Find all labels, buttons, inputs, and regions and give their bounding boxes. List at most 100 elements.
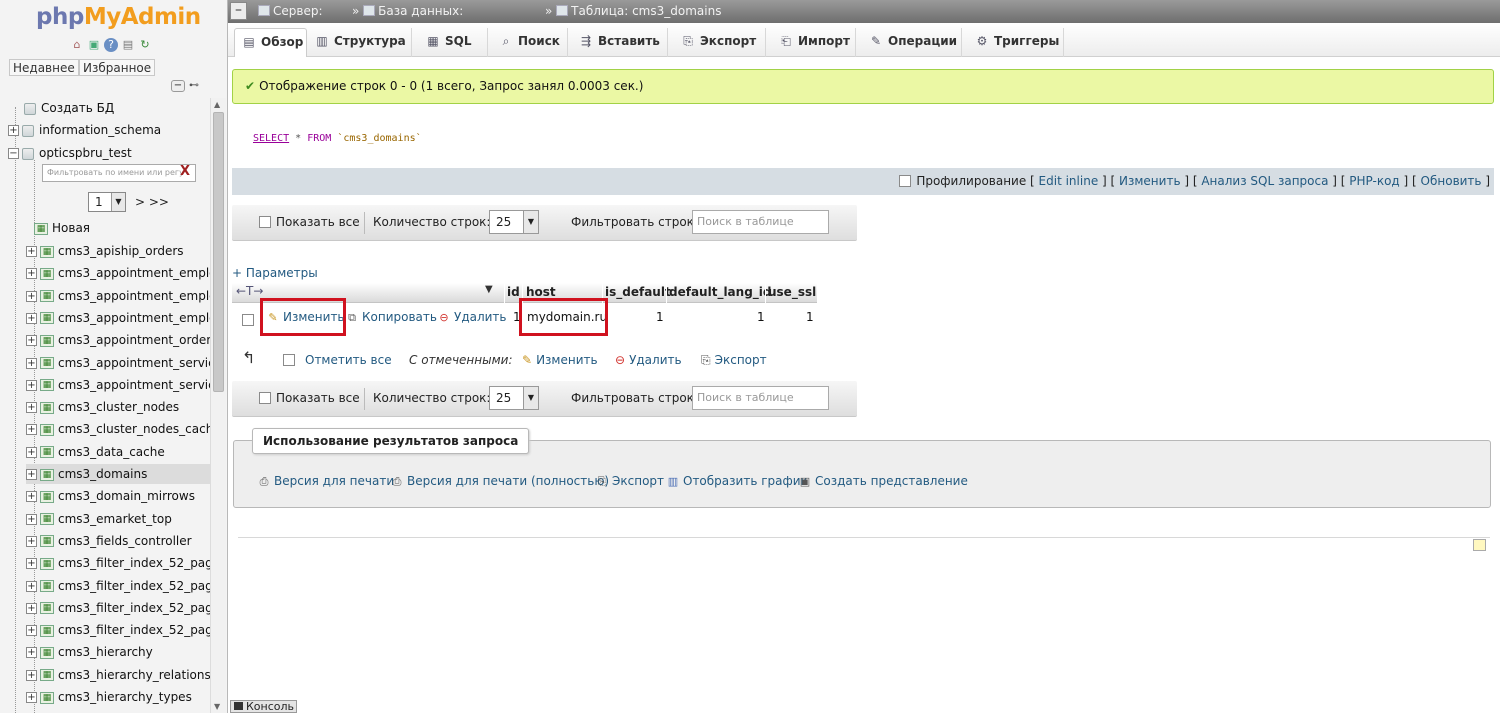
expand-icon[interactable]: +: [26, 491, 37, 503]
docs-icon[interactable]: ▤: [121, 38, 135, 52]
table-item[interactable]: + ▦ cms3_appointment_employ: [26, 286, 210, 306]
create-view-link[interactable]: ▣ Создать представление: [797, 474, 968, 488]
table-item[interactable]: + ▦ cms3_data_cache: [26, 442, 210, 462]
sql-query[interactable]: SELECT * FROM `cms3_domains`: [253, 133, 422, 144]
table-filter-input[interactable]: Фильтровать по имени или регу: [42, 164, 196, 182]
tab-import[interactable]: ⎗ Импорт: [772, 28, 856, 57]
expand-icon[interactable]: +: [26, 335, 37, 347]
breadcrumb-server[interactable]: Сервер:: [258, 4, 323, 18]
copy-row-button[interactable]: ⧉ Копировать: [345, 310, 437, 325]
show-all-checkbox[interactable]: [259, 392, 271, 404]
table-item[interactable]: + ▦ cms3_appointment_service: [26, 353, 210, 373]
table-item[interactable]: + ▦ cms3_filter_index_52_page: [26, 553, 210, 573]
print-view-link[interactable]: ⎙ Версия для печати: [256, 474, 395, 489]
table-item[interactable]: + ▦ cms3_domain_mirrows: [26, 486, 210, 506]
show-all-checkbox[interactable]: [259, 216, 271, 228]
export-results-link[interactable]: ⎘ Экспорт: [594, 474, 664, 489]
check-all-checkbox[interactable]: [283, 354, 295, 366]
delete-row-button[interactable]: ⊖ Удалить: [437, 310, 506, 324]
database-item-opticspbru-test[interactable]: − opticspbru_test: [8, 143, 210, 163]
column-arrows-icon[interactable]: ←T→: [236, 284, 263, 298]
recent-tables-button[interactable]: Недавнее: [9, 59, 79, 76]
table-item[interactable]: + ▦ cms3_cluster_nodes: [26, 397, 210, 417]
rows-count-select[interactable]: 25 ▼: [489, 386, 539, 410]
nav-scrollbar[interactable]: ▲ ▼: [210, 98, 226, 713]
scrollbar-thumb[interactable]: [213, 112, 224, 392]
show-all-toggle[interactable]: Показать все: [259, 391, 360, 405]
cell-use-ssl[interactable]: 1: [806, 310, 814, 324]
expand-icon[interactable]: +: [26, 469, 37, 480]
table-item[interactable]: + ▦ cms3_fields_controller: [26, 531, 210, 551]
collapse-icon[interactable]: −: [8, 148, 19, 159]
new-table-link[interactable]: ▦ Новая: [34, 218, 227, 238]
tab-search[interactable]: ⌕ Поиск: [492, 28, 568, 57]
reload-icon[interactable]: ↻: [138, 38, 152, 52]
expand-icon[interactable]: +: [26, 535, 37, 547]
table-item[interactable]: + ▦ cms3_filter_index_52_page: [26, 598, 210, 618]
bulk-edit-button[interactable]: ✎ Изменить: [522, 353, 598, 367]
refresh-link[interactable]: Обновить: [1421, 174, 1482, 188]
print-view-full-link[interactable]: ⎙ Версия для печати (полностью): [389, 474, 610, 489]
expand-icon[interactable]: +: [26, 580, 37, 592]
tab-structure[interactable]: ▥ Структура: [308, 28, 412, 57]
create-database-link[interactable]: Создать БД: [24, 98, 226, 118]
clear-filter-icon[interactable]: X: [180, 164, 190, 180]
tab-export[interactable]: ⎘ Экспорт: [674, 28, 766, 57]
expand-icon[interactable]: +: [26, 513, 37, 525]
table-item[interactable]: + ▦ cms3_appointment_service: [26, 375, 210, 395]
scroll-down-icon[interactable]: ▼: [214, 702, 220, 711]
expand-icon[interactable]: +: [26, 669, 37, 681]
row-checkbox[interactable]: [242, 314, 254, 326]
filter-rows-input[interactable]: Поиск в таблице: [692, 210, 829, 234]
column-header-id[interactable]: id: [507, 285, 520, 299]
check-all-toggle[interactable]: [283, 353, 300, 367]
help-icon[interactable]: ?: [104, 38, 118, 52]
display-chart-link[interactable]: ▥ Отобразить график: [665, 474, 808, 488]
scroll-up-icon[interactable]: ▲: [214, 100, 220, 109]
column-header-host[interactable]: host: [526, 285, 556, 299]
sort-dropdown-icon[interactable]: ▼: [485, 284, 493, 295]
tab-insert[interactable]: ⇶ Вставить: [572, 28, 668, 57]
expand-icon[interactable]: +: [26, 379, 37, 391]
expand-icon[interactable]: +: [26, 290, 37, 302]
edit-inline-link[interactable]: Edit inline: [1039, 174, 1099, 188]
tab-browse[interactable]: ▤ Обзор: [234, 28, 307, 57]
page-select[interactable]: 1 ▼: [88, 192, 126, 212]
filter-rows-input[interactable]: Поиск в таблице: [692, 386, 829, 410]
table-item[interactable]: + ▦ cms3_appointment_employ: [26, 308, 210, 328]
table-item[interactable]: + ▦ cms3_filter_index_52_page: [26, 576, 210, 596]
bulk-delete-button[interactable]: ⊖ Удалить: [615, 353, 682, 367]
expand-icon[interactable]: +: [26, 246, 37, 257]
expand-icon[interactable]: +: [26, 602, 37, 614]
expand-icon[interactable]: +: [26, 692, 37, 703]
expand-icon[interactable]: +: [26, 268, 37, 280]
next-page-link[interactable]: > >>: [135, 195, 169, 209]
tab-sql[interactable]: ▦ SQL: [419, 28, 488, 57]
breadcrumb-database[interactable]: » База данных:: [352, 4, 463, 18]
database-item-information-schema[interactable]: + information_schema: [8, 120, 210, 140]
bookmark-icon[interactable]: [1473, 539, 1486, 551]
tab-triggers[interactable]: ⚙ Триггеры: [968, 28, 1064, 57]
options-toggle[interactable]: + Параметры: [232, 266, 318, 280]
console-toggle[interactable]: Консоль: [230, 700, 297, 713]
table-item[interactable]: + ▦ cms3_hierarchy_relations: [26, 665, 210, 685]
check-all-link[interactable]: Отметить все: [305, 353, 392, 367]
expand-icon[interactable]: +: [26, 446, 37, 458]
bulk-export-button[interactable]: ⎘ Экспорт: [701, 353, 767, 368]
expand-icon[interactable]: +: [26, 625, 37, 637]
link-with-main-icon[interactable]: ⊷: [189, 80, 203, 92]
column-header-use-ssl[interactable]: use_ssl: [768, 285, 816, 299]
home-icon[interactable]: ⌂: [70, 38, 84, 52]
exit-icon[interactable]: ▣: [87, 38, 101, 52]
php-code-link[interactable]: PHP-код: [1349, 174, 1399, 188]
collapse-nav-button[interactable]: –: [230, 2, 247, 20]
table-item[interactable]: + ▦ cms3_apiship_orders: [26, 241, 210, 261]
analyze-sql-link[interactable]: Анализ SQL запроса: [1201, 174, 1328, 188]
table-item[interactable]: + ▦ cms3_hierarchy_types: [26, 687, 210, 707]
phpmyadmin-logo[interactable]: phpMyAdmin: [36, 4, 201, 30]
table-item[interactable]: + ▦ cms3_appointment_employ: [26, 263, 210, 283]
favorite-tables-button[interactable]: Избранное: [79, 59, 156, 76]
collapse-all-button[interactable]: −: [171, 80, 185, 92]
expand-icon[interactable]: +: [26, 312, 37, 324]
table-item[interactable]: + ▦ cms3_appointment_orders: [26, 330, 210, 350]
